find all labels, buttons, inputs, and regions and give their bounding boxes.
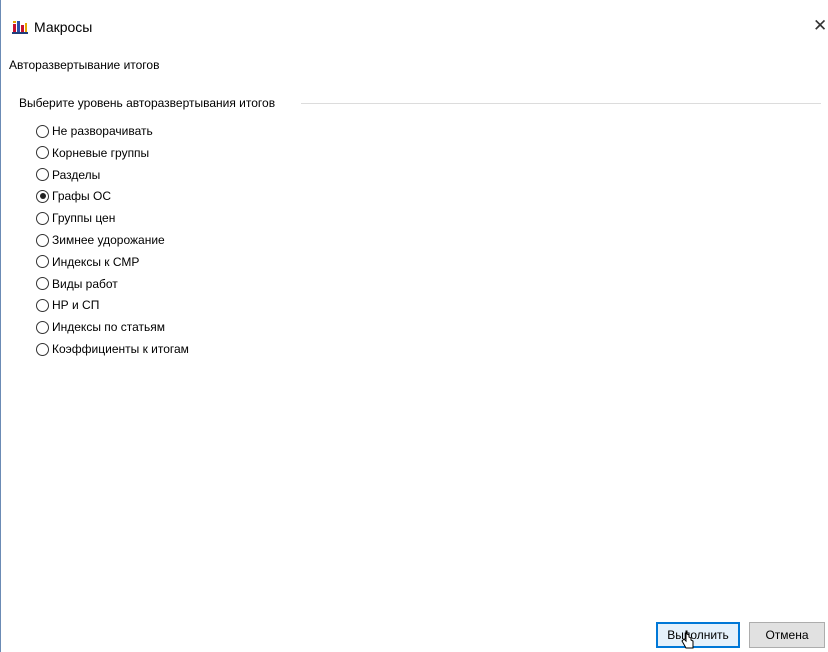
radio-option[interactable]: Зимнее удорожание <box>36 230 165 250</box>
group-label: Выберите уровень авторазвертывания итого… <box>19 96 280 110</box>
radio-option-label: Индексы по статьям <box>52 320 166 335</box>
radio-button[interactable] <box>36 320 49 334</box>
radio-button[interactable] <box>36 211 49 225</box>
radio-option-label: Зимнее удорожание <box>52 233 165 247</box>
radio-option-label: Корневые группы <box>52 145 150 160</box>
radio-button[interactable] <box>36 342 49 356</box>
radio-option[interactable]: НР и СП <box>36 295 99 315</box>
radio-option-label: Группы цен <box>52 211 116 226</box>
radio-button[interactable] <box>36 255 49 269</box>
mouse-cursor-icon <box>681 630 694 649</box>
radio-option-label: Графы ОС <box>52 189 112 204</box>
radio-option-label: НР и СП <box>52 298 100 313</box>
radio-option[interactable]: Графы ОС <box>36 186 111 206</box>
radio-button[interactable] <box>36 124 49 138</box>
radio-button[interactable] <box>36 146 49 160</box>
radio-option[interactable]: Разделы <box>36 165 100 185</box>
radio-button[interactable] <box>36 298 49 312</box>
radio-button[interactable] <box>36 168 49 182</box>
execute-button[interactable]: Выполнить <box>656 622 740 648</box>
radio-option-label: Индексы к СМР <box>52 254 140 269</box>
radio-option[interactable]: Индексы к СМР <box>36 252 139 272</box>
radio-option[interactable]: Виды работ <box>36 274 118 294</box>
radio-option-label: Коэффициенты к итогам <box>52 342 189 356</box>
radio-option[interactable]: Группы цен <box>36 208 115 228</box>
radio-button[interactable] <box>36 277 49 291</box>
radio-option-label: Виды работ <box>52 276 118 291</box>
cancel-button[interactable]: Отмена <box>749 622 825 648</box>
window-title: Макросы <box>34 19 93 35</box>
radio-button-checked[interactable] <box>36 189 49 203</box>
radio-option[interactable]: Коэффициенты к итогам <box>36 339 189 359</box>
group-divider <box>301 103 821 104</box>
radio-option[interactable]: Корневые группы <box>36 143 149 163</box>
radio-button[interactable] <box>36 233 49 247</box>
macros-dialog: Макросы ✕ Авторазвертывание итогов Выбер… <box>0 0 828 652</box>
close-icon[interactable]: ✕ <box>813 16 828 36</box>
title-bar: Макросы ✕ <box>1 0 828 52</box>
dialog-subtitle: Авторазвертывание итогов <box>9 58 160 72</box>
bar-chart-icon <box>12 21 28 34</box>
radio-option-label: Не разворачивать <box>52 124 153 138</box>
radio-option-label: Разделы <box>52 167 101 182</box>
radio-option[interactable]: Не разворачивать <box>36 121 153 141</box>
radio-option[interactable]: Индексы по статьям <box>36 317 165 337</box>
